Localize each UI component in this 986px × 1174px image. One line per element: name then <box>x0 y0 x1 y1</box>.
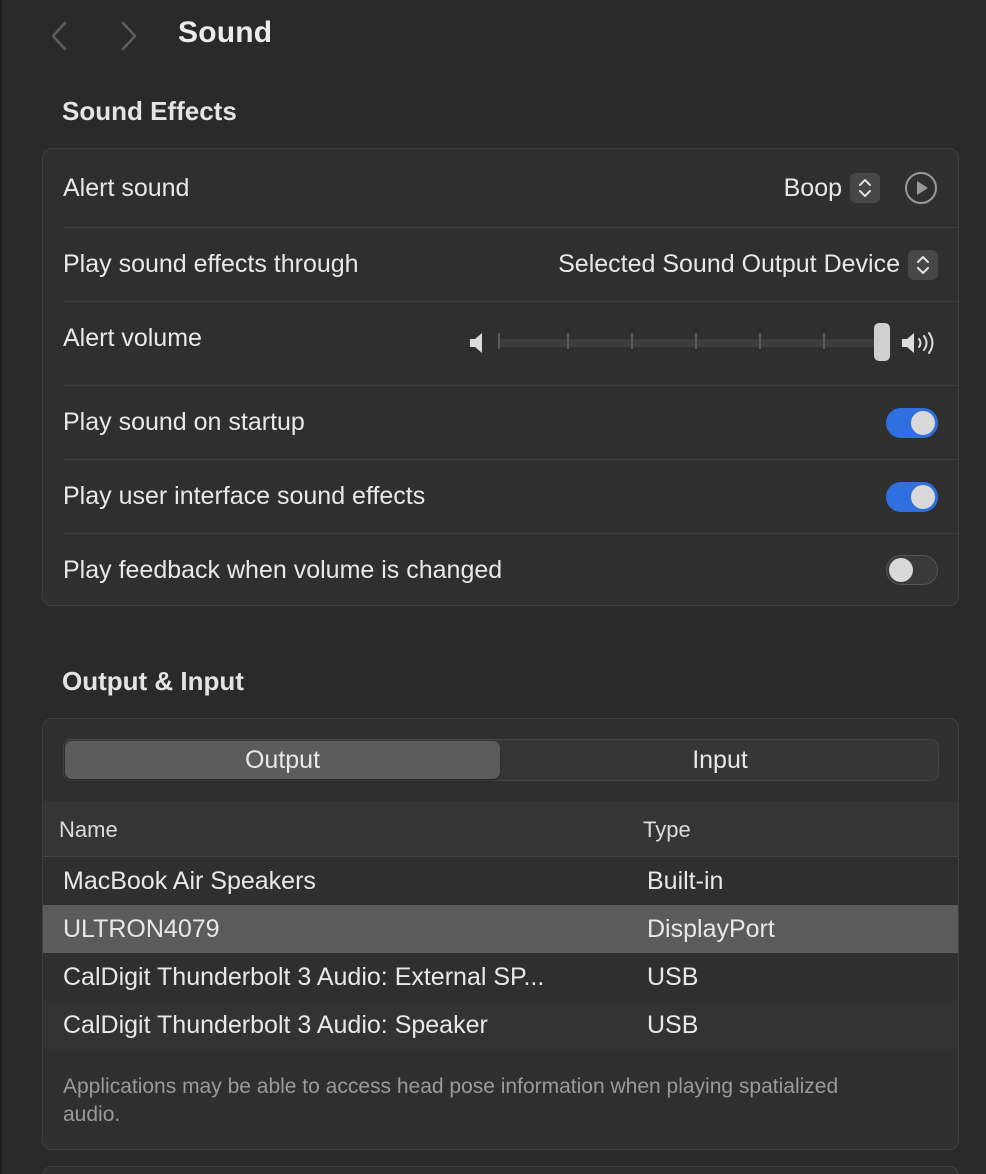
output-input-card: Output Input Name Type MacBook Air Speak… <box>42 718 959 1150</box>
device-type: USB <box>647 963 699 991</box>
device-name: CalDigit Thunderbolt 3 Audio: Speaker <box>63 1011 488 1039</box>
sound-settings-page: Sound Sound Effects Alert sound Boop Pla… <box>0 0 986 1174</box>
slider-tick <box>823 333 825 349</box>
slider-tick <box>759 333 761 349</box>
device-type: Built-in <box>647 867 724 895</box>
feedback-toggle[interactable] <box>886 555 938 585</box>
sound-effects-card: Alert sound Boop Play sound effects thro… <box>42 148 959 606</box>
slider-tick <box>498 333 500 349</box>
alert-sound-row: Alert sound Boop <box>63 149 938 227</box>
startup-label: Play sound on startup <box>63 408 305 436</box>
feedback-label: Play feedback when volume is changed <box>63 555 503 584</box>
startup-toggle[interactable] <box>886 407 938 438</box>
alert-sound-popup[interactable]: Boop <box>784 171 938 205</box>
tab-output[interactable]: Output <box>65 741 500 779</box>
table-row[interactable]: ULTRON4079 DisplayPort <box>43 905 958 953</box>
table-row[interactable]: CalDigit Thunderbolt 3 Audio: Speaker US… <box>43 1001 958 1049</box>
alert-volume-row: Alert volume <box>63 302 938 384</box>
device-name: ULTRON4079 <box>63 915 220 943</box>
page-title: Sound <box>178 16 273 49</box>
device-table: Name Type MacBook Air Speakers Built-in … <box>43 801 958 1049</box>
device-type: USB <box>647 1011 699 1039</box>
table-row[interactable]: MacBook Air Speakers Built-in <box>43 857 958 905</box>
slider-tick <box>567 333 569 349</box>
alert-volume-label: Alert volume <box>63 323 202 352</box>
play-button[interactable] <box>904 171 938 205</box>
slider-tick <box>631 333 633 349</box>
up-down-chevron-icon <box>850 173 880 203</box>
table-header: Name Type <box>43 801 958 857</box>
play-through-popup[interactable]: Selected Sound Output Device <box>558 249 938 280</box>
ui-effects-row: Play user interface sound effects <box>63 460 938 533</box>
speaker-low-icon <box>470 333 482 353</box>
alert-sound-label: Alert sound <box>63 173 190 202</box>
column-header-type[interactable]: Type <box>643 817 691 843</box>
slider-tick <box>695 333 697 349</box>
window-edge <box>0 0 2 1174</box>
alert-volume-slider[interactable] <box>498 323 890 361</box>
output-input-segmented: Output Input <box>63 739 939 781</box>
back-button[interactable] <box>44 18 74 54</box>
next-card-edge <box>42 1166 959 1174</box>
toggle-knob <box>889 558 913 582</box>
forward-button[interactable] <box>114 18 144 54</box>
alert-volume-control <box>468 323 938 361</box>
ui-effects-toggle[interactable] <box>886 481 938 512</box>
startup-row: Play sound on startup <box>63 386 938 459</box>
output-input-title: Output & Input <box>62 666 244 696</box>
device-name: MacBook Air Speakers <box>63 867 316 895</box>
play-through-row: Play sound effects through Selected Soun… <box>63 228 938 301</box>
spatial-audio-footnote: Applications may be able to access head … <box>63 1075 839 1126</box>
up-down-chevron-icon <box>908 249 938 280</box>
play-through-label: Play sound effects through <box>63 250 359 278</box>
alert-volume-thumb[interactable] <box>874 323 890 361</box>
column-header-name[interactable]: Name <box>59 817 118 843</box>
toggle-knob <box>911 484 935 509</box>
toggle-knob <box>911 410 935 435</box>
speaker-high-icon <box>902 332 934 354</box>
chevron-right-icon <box>121 21 137 51</box>
ui-effects-label: Play user interface sound effects <box>63 482 426 510</box>
alert-sound-value: Boop <box>783 173 842 202</box>
header: Sound <box>0 0 986 72</box>
device-type: DisplayPort <box>647 915 775 943</box>
chevron-left-icon <box>51 21 67 51</box>
play-through-value: Selected Sound Output Device <box>558 250 900 278</box>
device-rows: MacBook Air Speakers Built-in ULTRON4079… <box>43 857 958 1049</box>
table-row[interactable]: CalDigit Thunderbolt 3 Audio: External S… <box>43 953 958 1001</box>
device-name: CalDigit Thunderbolt 3 Audio: External S… <box>63 963 545 991</box>
sound-effects-title: Sound Effects <box>62 96 237 126</box>
tab-input[interactable]: Input <box>502 741 938 779</box>
play-circle-icon <box>905 172 937 204</box>
feedback-row: Play feedback when volume is changed <box>63 534 938 606</box>
